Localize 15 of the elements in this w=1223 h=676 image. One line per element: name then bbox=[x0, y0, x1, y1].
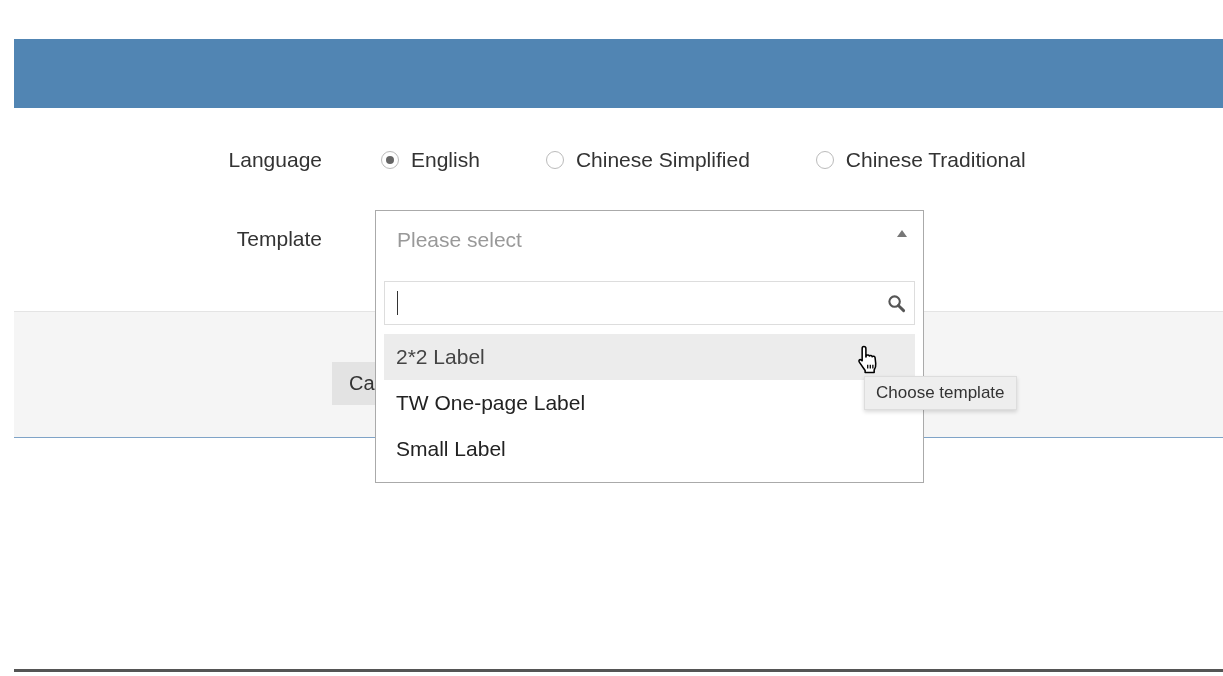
dropdown-option[interactable]: 2*2 Label bbox=[384, 334, 915, 380]
dropdown-option[interactable]: Small Label bbox=[384, 426, 915, 472]
tooltip: Choose template bbox=[864, 376, 1017, 410]
field-label: Language bbox=[227, 148, 322, 172]
radio-button[interactable] bbox=[381, 151, 399, 169]
search-icon bbox=[887, 293, 906, 313]
cancel-button[interactable]: Ca bbox=[332, 362, 375, 405]
search-field[interactable] bbox=[384, 281, 915, 325]
radio-label[interactable]: Chinese Traditional bbox=[845, 148, 1026, 172]
radio-button[interactable] bbox=[545, 151, 564, 169]
field-label: Template bbox=[235, 227, 322, 251]
radio-button[interactable] bbox=[815, 151, 834, 169]
radio-label[interactable]: English bbox=[411, 148, 480, 172]
radio-label[interactable]: Chinese Simplified bbox=[575, 148, 750, 172]
caret-icon[interactable] bbox=[897, 229, 907, 237]
